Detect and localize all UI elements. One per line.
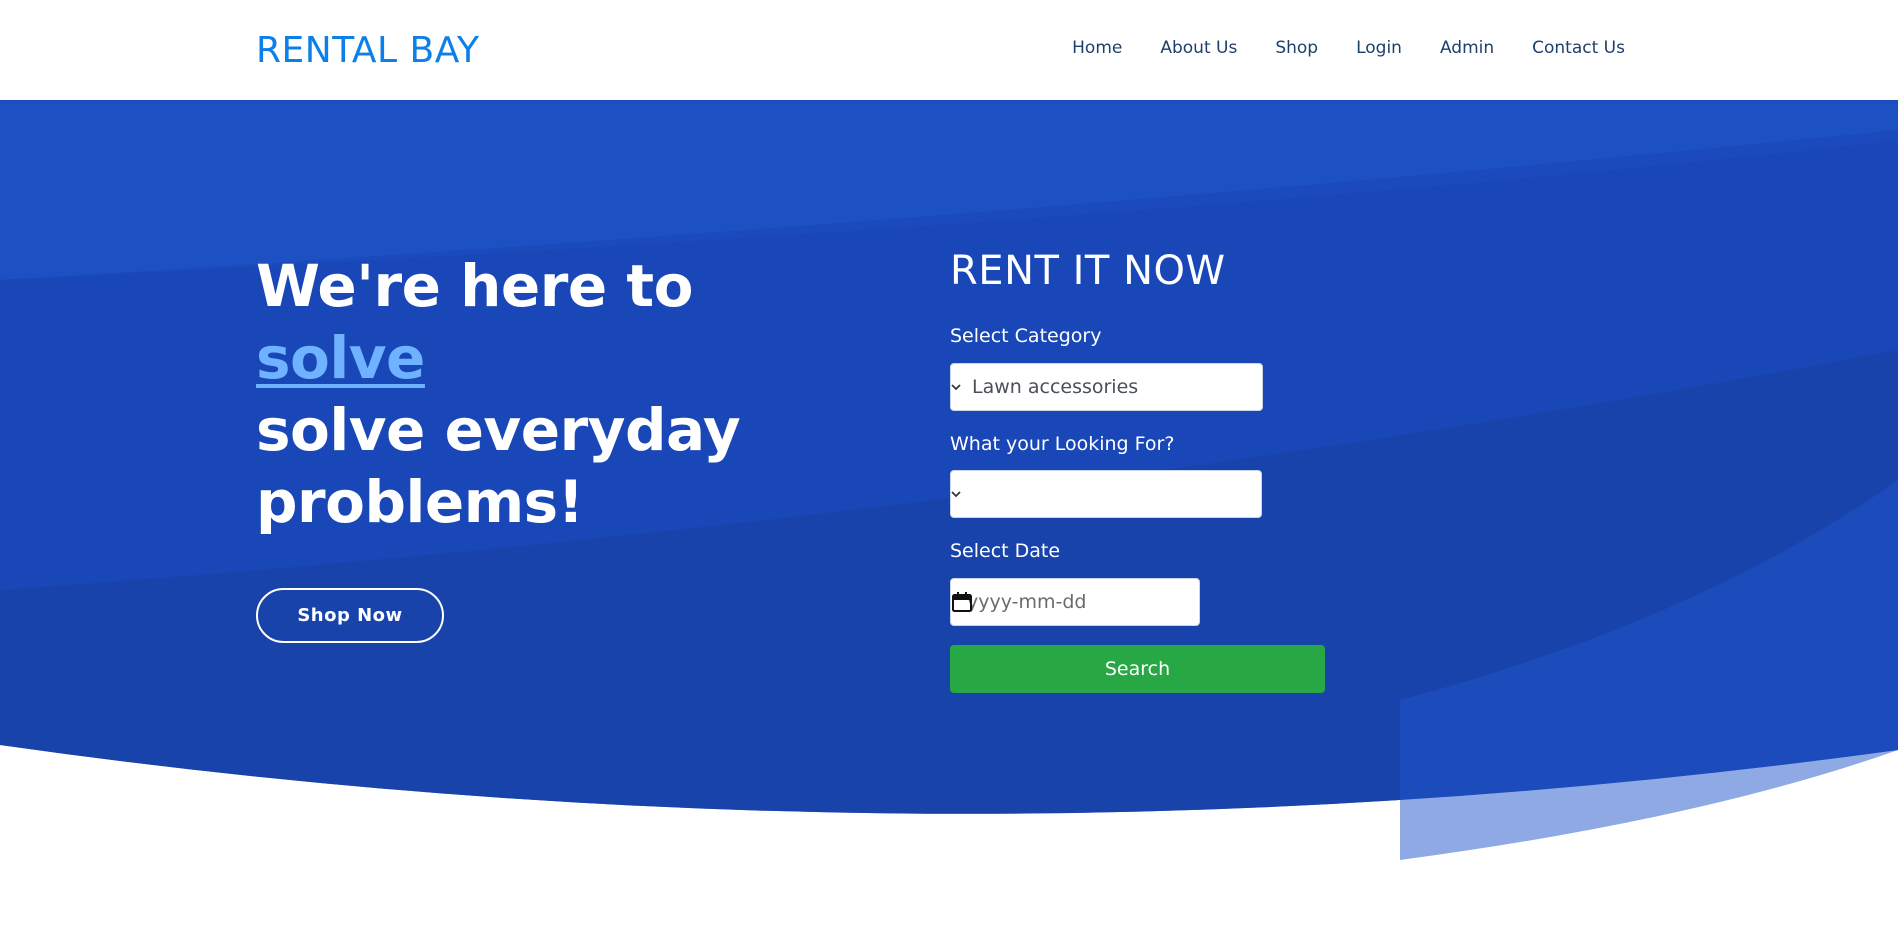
shop-now-button[interactable]: Shop Now <box>256 588 444 643</box>
brand-logo[interactable]: RENTAL BAY <box>256 30 480 71</box>
headline-line-4: problems! <box>256 468 584 536</box>
chevron-down-icon <box>951 384 961 391</box>
nav-link-login[interactable]: Login <box>1356 38 1402 58</box>
hero-headline: We're here to solve solve everyday probl… <box>256 250 816 538</box>
hero-section: We're here to solve solve everyday probl… <box>0 100 1898 947</box>
date-input-placeholder: yyyy-mm-dd <box>967 591 1087 613</box>
navbar: RENTAL BAY Home About Us Shop Login Admi… <box>0 0 1898 100</box>
nav-link-shop[interactable]: Shop <box>1275 38 1318 58</box>
nav-link-contact-us[interactable]: Contact Us <box>1532 38 1625 58</box>
nav-links: Home About Us Shop Login Admin Contact U… <box>1034 38 1625 58</box>
headline-line-1: We're here to <box>256 252 693 320</box>
headline-highlight: solve <box>256 324 425 392</box>
category-label: Select Category <box>950 325 1102 347</box>
nav-link-about-us[interactable]: About Us <box>1160 38 1237 58</box>
nav-link-home[interactable]: Home <box>1072 38 1122 58</box>
search-button[interactable]: Search <box>950 645 1325 693</box>
rent-form-title: RENT IT NOW <box>950 248 1226 294</box>
headline-line-3: solve everyday <box>256 396 741 464</box>
chevron-down-icon <box>951 491 961 498</box>
looking-for-label: What your Looking For? <box>950 433 1175 455</box>
category-select-value: Lawn accessories <box>972 376 1139 398</box>
looking-for-select[interactable] <box>950 470 1262 518</box>
date-label: Select Date <box>950 540 1061 562</box>
category-select[interactable]: Lawn accessories <box>950 363 1263 411</box>
date-input[interactable]: yyyy-mm-dd <box>950 578 1200 626</box>
calendar-icon[interactable] <box>951 591 973 613</box>
nav-link-admin[interactable]: Admin <box>1440 38 1494 58</box>
